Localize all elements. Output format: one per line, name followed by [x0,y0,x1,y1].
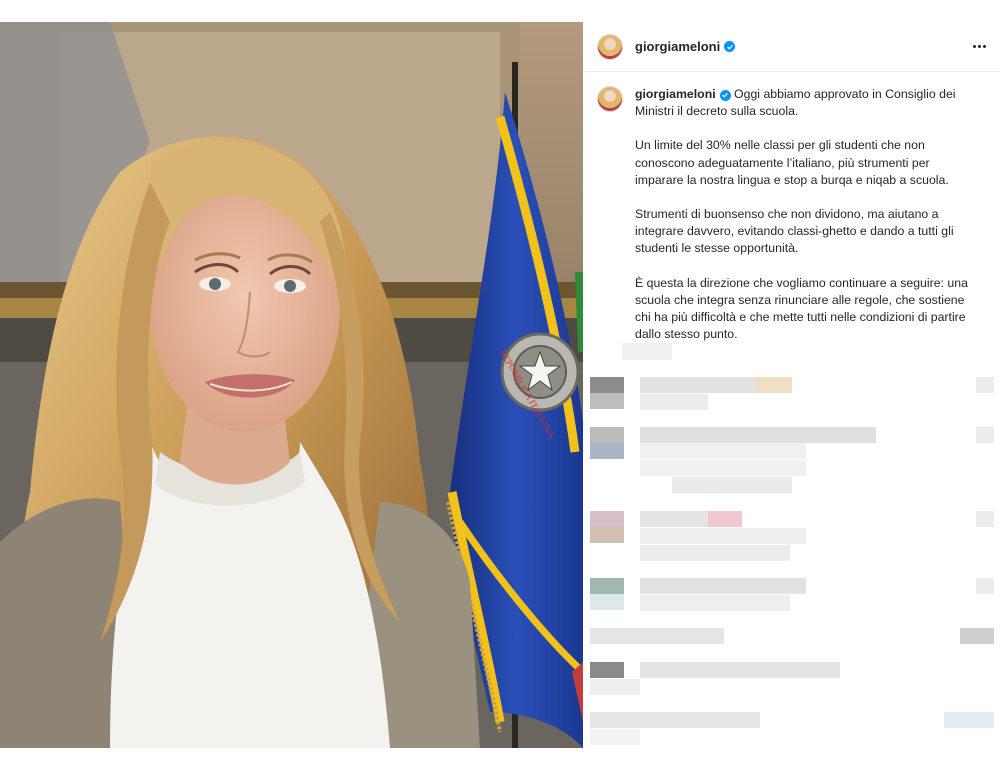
post-header: giorgiameloni [583,22,1000,72]
redacted-avatar [590,578,624,594]
redacted-like [960,628,994,644]
more-dot-icon [973,45,976,48]
post-image[interactable]: REPUBBLICA ITALIANA [0,22,583,748]
caption-username-text[interactable]: giorgiameloni [635,87,716,101]
caption-body: giorgiameloni Oggi abbiamo approvato in … [635,86,975,365]
redacted-avatar [590,679,640,695]
selfie-photo: REPUBBLICA ITALIANA [0,22,583,748]
redacted-like [976,427,994,443]
redacted-text [640,545,790,561]
redacted-like [976,578,994,594]
redacted-text [640,578,806,594]
redacted-block [622,343,672,360]
redacted-text [590,712,760,728]
caption-paragraph-1: giorgiameloni Oggi abbiamo approvato in … [635,86,975,120]
redacted-text [640,443,806,459]
author-username[interactable]: giorgiameloni [635,39,736,54]
more-dot-icon [983,45,986,48]
caption-username[interactable]: giorgiameloni [635,87,731,101]
redacted-text [640,460,806,476]
redacted-avatar [590,662,624,678]
redacted-avatar [590,527,624,543]
redacted-text [640,595,790,611]
redacted-avatar [590,377,624,393]
post-caption: giorgiameloni Oggi abbiamo approvato in … [583,72,1000,365]
redacted-text [640,377,756,393]
redacted-text [590,729,640,745]
redacted-like [976,377,994,393]
redacted-text [640,427,876,443]
redacted-text [640,528,806,544]
verified-badge-icon [724,41,736,52]
caption-paragraph-2: Un limite del 30% nelle classi per gli s… [635,138,949,187]
redacted-avatar [590,443,624,459]
verified-badge-icon [719,89,731,101]
redacted-like [944,712,994,728]
redacted-avatar [590,511,624,527]
author-avatar[interactable] [597,33,623,60]
redacted-avatar [590,427,624,443]
caption-paragraph-3: Strumenti di buonsenso che non dividono,… [635,207,954,256]
redacted-text [708,511,742,527]
redacted-avatar [590,393,624,409]
redacted-text [640,394,708,410]
caption-avatar[interactable] [597,86,623,112]
post-timestamp[interactable]: 8 m [635,347,975,364]
redacted-text [756,377,792,393]
redacted-like [976,511,994,527]
author-username-text[interactable]: giorgiameloni [635,39,720,54]
more-options-button[interactable] [973,45,986,48]
redacted-avatar [590,594,624,610]
caption-paragraph-4: È questa la direzione che vogliamo conti… [635,275,968,342]
redacted-text [590,628,724,644]
redacted-text [640,662,840,678]
redacted-text [640,511,708,527]
more-dot-icon [978,45,981,48]
redacted-text [672,477,792,493]
